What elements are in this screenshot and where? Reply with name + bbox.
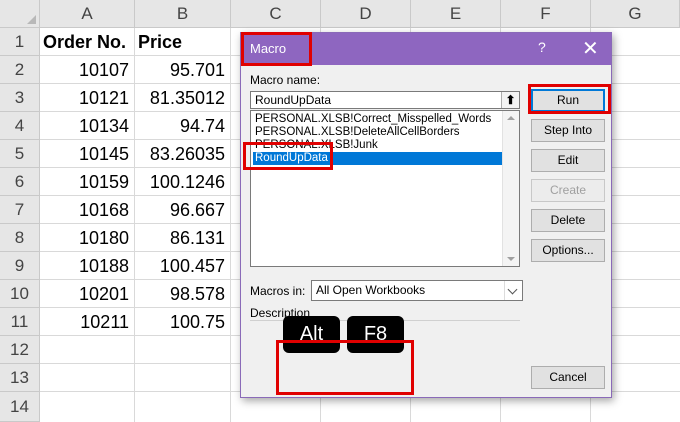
macro-list[interactable]: PERSONAL.XLSB!Correct_Misspelled_Words P…: [250, 110, 520, 267]
list-scrollbar[interactable]: [502, 111, 519, 266]
price-cell[interactable]: 95.701: [135, 56, 231, 84]
price-cell[interactable]: 100.457: [135, 252, 231, 280]
order-cell[interactable]: 10159: [40, 168, 135, 196]
highlight-run: [528, 84, 611, 114]
row-header-11[interactable]: 11: [0, 308, 40, 336]
macro-name-label: Macro name:: [250, 73, 321, 87]
cancel-button[interactable]: Cancel: [531, 366, 605, 389]
row-header-2[interactable]: 2: [0, 56, 40, 84]
scroll-down-icon[interactable]: [507, 257, 515, 261]
highlight-shortcut: [276, 340, 414, 395]
column-header-e[interactable]: E: [411, 0, 501, 28]
list-item[interactable]: PERSONAL.XLSB!DeleteAllCellBorders: [253, 126, 462, 139]
price-cell[interactable]: 83.26035: [135, 140, 231, 168]
macros-in-select[interactable]: All Open Workbooks: [311, 280, 523, 301]
row-header-14[interactable]: 14: [0, 392, 40, 422]
row-header-7[interactable]: 7: [0, 196, 40, 224]
price-cell[interactable]: 81.35012: [135, 84, 231, 112]
column-header-c[interactable]: C: [231, 0, 321, 28]
help-button[interactable]: ?: [538, 39, 546, 55]
order-cell[interactable]: 10145: [40, 140, 135, 168]
row-header-10[interactable]: 10: [0, 280, 40, 308]
row-header-9[interactable]: 9: [0, 252, 40, 280]
order-cell[interactable]: 10188: [40, 252, 135, 280]
row-header-8[interactable]: 8: [0, 224, 40, 252]
order-cell[interactable]: 10168: [40, 196, 135, 224]
order-cell[interactable]: 10134: [40, 112, 135, 140]
order-cell[interactable]: 10121: [40, 84, 135, 112]
column-header-b[interactable]: B: [135, 0, 231, 28]
column-header-d[interactable]: D: [321, 0, 411, 28]
price-cell[interactable]: 96.667: [135, 196, 231, 224]
header-price[interactable]: Price: [135, 28, 231, 56]
header-order-no[interactable]: Order No.: [40, 28, 135, 56]
highlight-macro: [243, 142, 333, 170]
close-icon[interactable]: ✕: [582, 36, 599, 61]
price-cell[interactable]: 100.1246: [135, 168, 231, 196]
corner-triangle-icon: [27, 15, 36, 24]
create-button[interactable]: Create: [531, 179, 605, 202]
select-all-corner[interactable]: [0, 0, 40, 28]
row-header-4[interactable]: 4: [0, 112, 40, 140]
step-into-button[interactable]: Step Into: [531, 119, 605, 142]
order-cell[interactable]: 10180: [40, 224, 135, 252]
macro-name-input[interactable]: RoundUpData: [250, 91, 520, 109]
macros-in-value: All Open Workbooks: [316, 283, 426, 297]
highlight-title: [241, 32, 312, 66]
chevron-down-icon[interactable]: [504, 281, 522, 300]
column-header-f[interactable]: F: [501, 0, 591, 28]
price-cell[interactable]: 86.131: [135, 224, 231, 252]
options-button[interactable]: Options...: [531, 239, 605, 262]
row-header-12[interactable]: 12: [0, 336, 40, 364]
list-item[interactable]: PERSONAL.XLSB!Correct_Misspelled_Words: [253, 113, 493, 126]
row-header-5[interactable]: 5: [0, 140, 40, 168]
edit-button[interactable]: Edit: [531, 149, 605, 172]
order-cell[interactable]: 10201: [40, 280, 135, 308]
price-cell[interactable]: 100.75: [135, 308, 231, 336]
price-cell[interactable]: 98.578: [135, 280, 231, 308]
delete-button[interactable]: Delete: [531, 209, 605, 232]
scroll-up-icon[interactable]: [507, 116, 515, 120]
order-cell[interactable]: 10107: [40, 56, 135, 84]
column-header-g[interactable]: G: [591, 0, 680, 28]
row-header-3[interactable]: 3: [0, 84, 40, 112]
row-header-13[interactable]: 13: [0, 364, 40, 392]
collapse-arrow-icon[interactable]: ⬆: [501, 92, 519, 108]
row-header-6[interactable]: 6: [0, 168, 40, 196]
row-header-1[interactable]: 1: [0, 28, 40, 56]
macros-in-label: Macros in:: [250, 284, 306, 298]
column-header-a[interactable]: A: [40, 0, 135, 28]
price-cell[interactable]: 94.74: [135, 112, 231, 140]
order-cell[interactable]: 10211: [40, 308, 135, 336]
